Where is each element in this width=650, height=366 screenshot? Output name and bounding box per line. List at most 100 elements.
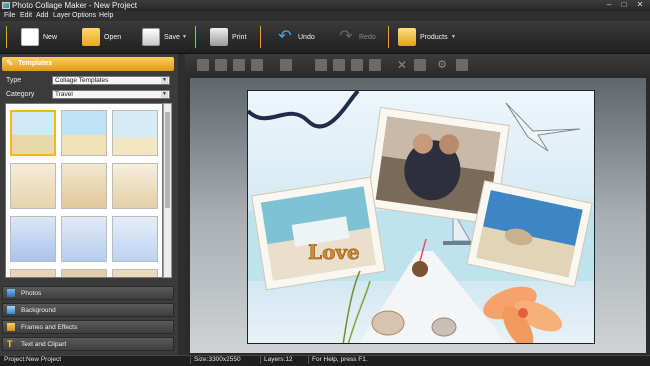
chevron-down-icon: ▼	[161, 77, 168, 84]
status-separator	[308, 356, 309, 364]
save-dropdown-icon[interactable]: ▼	[182, 34, 187, 40]
toolbar-separator	[260, 26, 261, 48]
menu-edit[interactable]: Edit	[20, 12, 32, 19]
frames-icon	[7, 323, 15, 331]
collage-canvas[interactable]: Love	[247, 90, 595, 344]
type-value: Collage Templates	[55, 77, 109, 84]
accordion-frames-effects[interactable]: Frames and Effects	[2, 320, 174, 334]
category-value: Travel	[55, 91, 73, 98]
menu-add[interactable]: Add	[36, 12, 48, 19]
type-select[interactable]: Collage Templates ▼	[52, 76, 170, 85]
status-project: Project:New Project	[4, 356, 62, 363]
menu-file[interactable]: File	[4, 12, 15, 19]
templates-icon: ✎	[6, 58, 14, 68]
new-document-icon	[21, 28, 39, 46]
frames-effects-label: Frames and Effects	[21, 324, 78, 331]
undo-label: Undo	[298, 33, 315, 41]
bring-to-front-icon[interactable]	[233, 59, 245, 71]
minimize-button[interactable]: –	[602, 0, 616, 10]
accordion-background[interactable]: Background	[2, 303, 174, 317]
print-label: Print	[232, 33, 247, 41]
photos-icon	[7, 289, 15, 297]
open-button[interactable]: Open	[82, 24, 121, 50]
flip-right-icon[interactable]	[369, 59, 381, 71]
category-label: Category	[6, 91, 35, 98]
text-clipart-label: Text and Clipart	[21, 341, 67, 348]
redo-arrow-icon: ↷	[339, 28, 353, 45]
accordion-text-clipart[interactable]: T Text and Clipart	[2, 337, 174, 351]
seashell	[371, 310, 405, 336]
seagull	[505, 102, 581, 152]
redo-label: Redo	[359, 33, 376, 41]
template-thumbnail[interactable]	[61, 163, 107, 209]
chevron-down-icon: ▼	[161, 91, 168, 98]
close-button[interactable]: ✕	[633, 0, 647, 10]
redo-button[interactable]: ↷ Redo	[337, 24, 376, 50]
toolbar-separator	[388, 26, 389, 48]
products-button[interactable]: Products	[398, 24, 448, 50]
status-separator	[190, 356, 191, 364]
templates-header[interactable]: ✎ Templates	[2, 57, 174, 71]
collage-artwork: Love	[248, 91, 594, 343]
template-thumbnail[interactable]	[10, 163, 56, 209]
template-thumbnail[interactable]	[10, 216, 56, 262]
photo-frame-beach	[251, 176, 386, 291]
coconut	[412, 261, 428, 277]
panel-splitter[interactable]	[178, 54, 185, 355]
template-thumbnail[interactable]	[61, 216, 107, 262]
scrollbar-thumb[interactable]	[165, 112, 170, 208]
send-backward-icon[interactable]	[215, 59, 227, 71]
type-label: Type	[6, 77, 22, 84]
seashell	[431, 317, 457, 337]
background-label: Background	[21, 307, 56, 314]
template-thumbnail[interactable]	[112, 216, 158, 262]
printer-icon	[210, 28, 228, 46]
flip-horizontal-icon[interactable]	[351, 59, 363, 71]
accordion-photos[interactable]: Photos	[2, 286, 174, 300]
products-label: Products	[420, 33, 448, 41]
template-thumbnail[interactable]	[10, 269, 56, 277]
title-bar: Photo Collage Maker - New Project – □ ✕	[0, 0, 650, 11]
new-button[interactable]: New	[21, 24, 57, 50]
toolbar-separator	[195, 26, 196, 48]
template-thumbnail[interactable]	[112, 110, 158, 156]
products-box-icon	[398, 28, 416, 46]
template-thumbnail[interactable]	[61, 269, 107, 277]
save-button[interactable]: Save	[142, 24, 180, 50]
print-button[interactable]: Print	[210, 24, 246, 50]
toolbar-separator	[6, 26, 7, 48]
background-icon	[7, 306, 15, 314]
templates-label: Templates	[18, 60, 53, 67]
menu-help[interactable]: Help	[99, 12, 113, 19]
status-layers: Layers:12	[264, 356, 293, 363]
flip-left-icon[interactable]	[315, 59, 327, 71]
align-icon[interactable]	[280, 59, 292, 71]
undo-button[interactable]: ↶ Undo	[276, 24, 315, 50]
delete-icon[interactable]: ✕	[396, 59, 408, 71]
save-icon	[142, 28, 160, 46]
photos-label: Photos	[21, 290, 42, 297]
send-to-back-icon[interactable]	[251, 59, 263, 71]
bring-forward-icon[interactable]	[197, 59, 209, 71]
settings-gear-icon[interactable]: ⚙	[436, 59, 448, 71]
status-separator	[260, 356, 261, 364]
template-thumbnail[interactable]	[112, 163, 158, 209]
status-help: For Help, press F1.	[312, 356, 368, 363]
folder-icon	[82, 28, 100, 46]
status-size: Size:3300x2550	[194, 356, 241, 363]
category-select[interactable]: Travel ▼	[52, 90, 170, 99]
ribbon	[248, 91, 360, 129]
lock-icon[interactable]	[456, 59, 468, 71]
template-thumbnail[interactable]	[61, 110, 107, 156]
products-dropdown-icon[interactable]: ▼	[451, 34, 456, 40]
save-label: Save	[164, 33, 180, 41]
menu-options[interactable]: Options	[72, 12, 96, 19]
menu-layer[interactable]: Layer	[53, 12, 71, 19]
sailboat-hull	[443, 241, 473, 245]
flip-vertical-icon[interactable]	[333, 59, 345, 71]
crop-icon[interactable]	[414, 59, 426, 71]
menu-bar	[0, 11, 650, 21]
template-thumbnail[interactable]	[10, 110, 56, 156]
template-thumbnail[interactable]	[112, 269, 158, 277]
maximize-button[interactable]: □	[617, 0, 631, 10]
